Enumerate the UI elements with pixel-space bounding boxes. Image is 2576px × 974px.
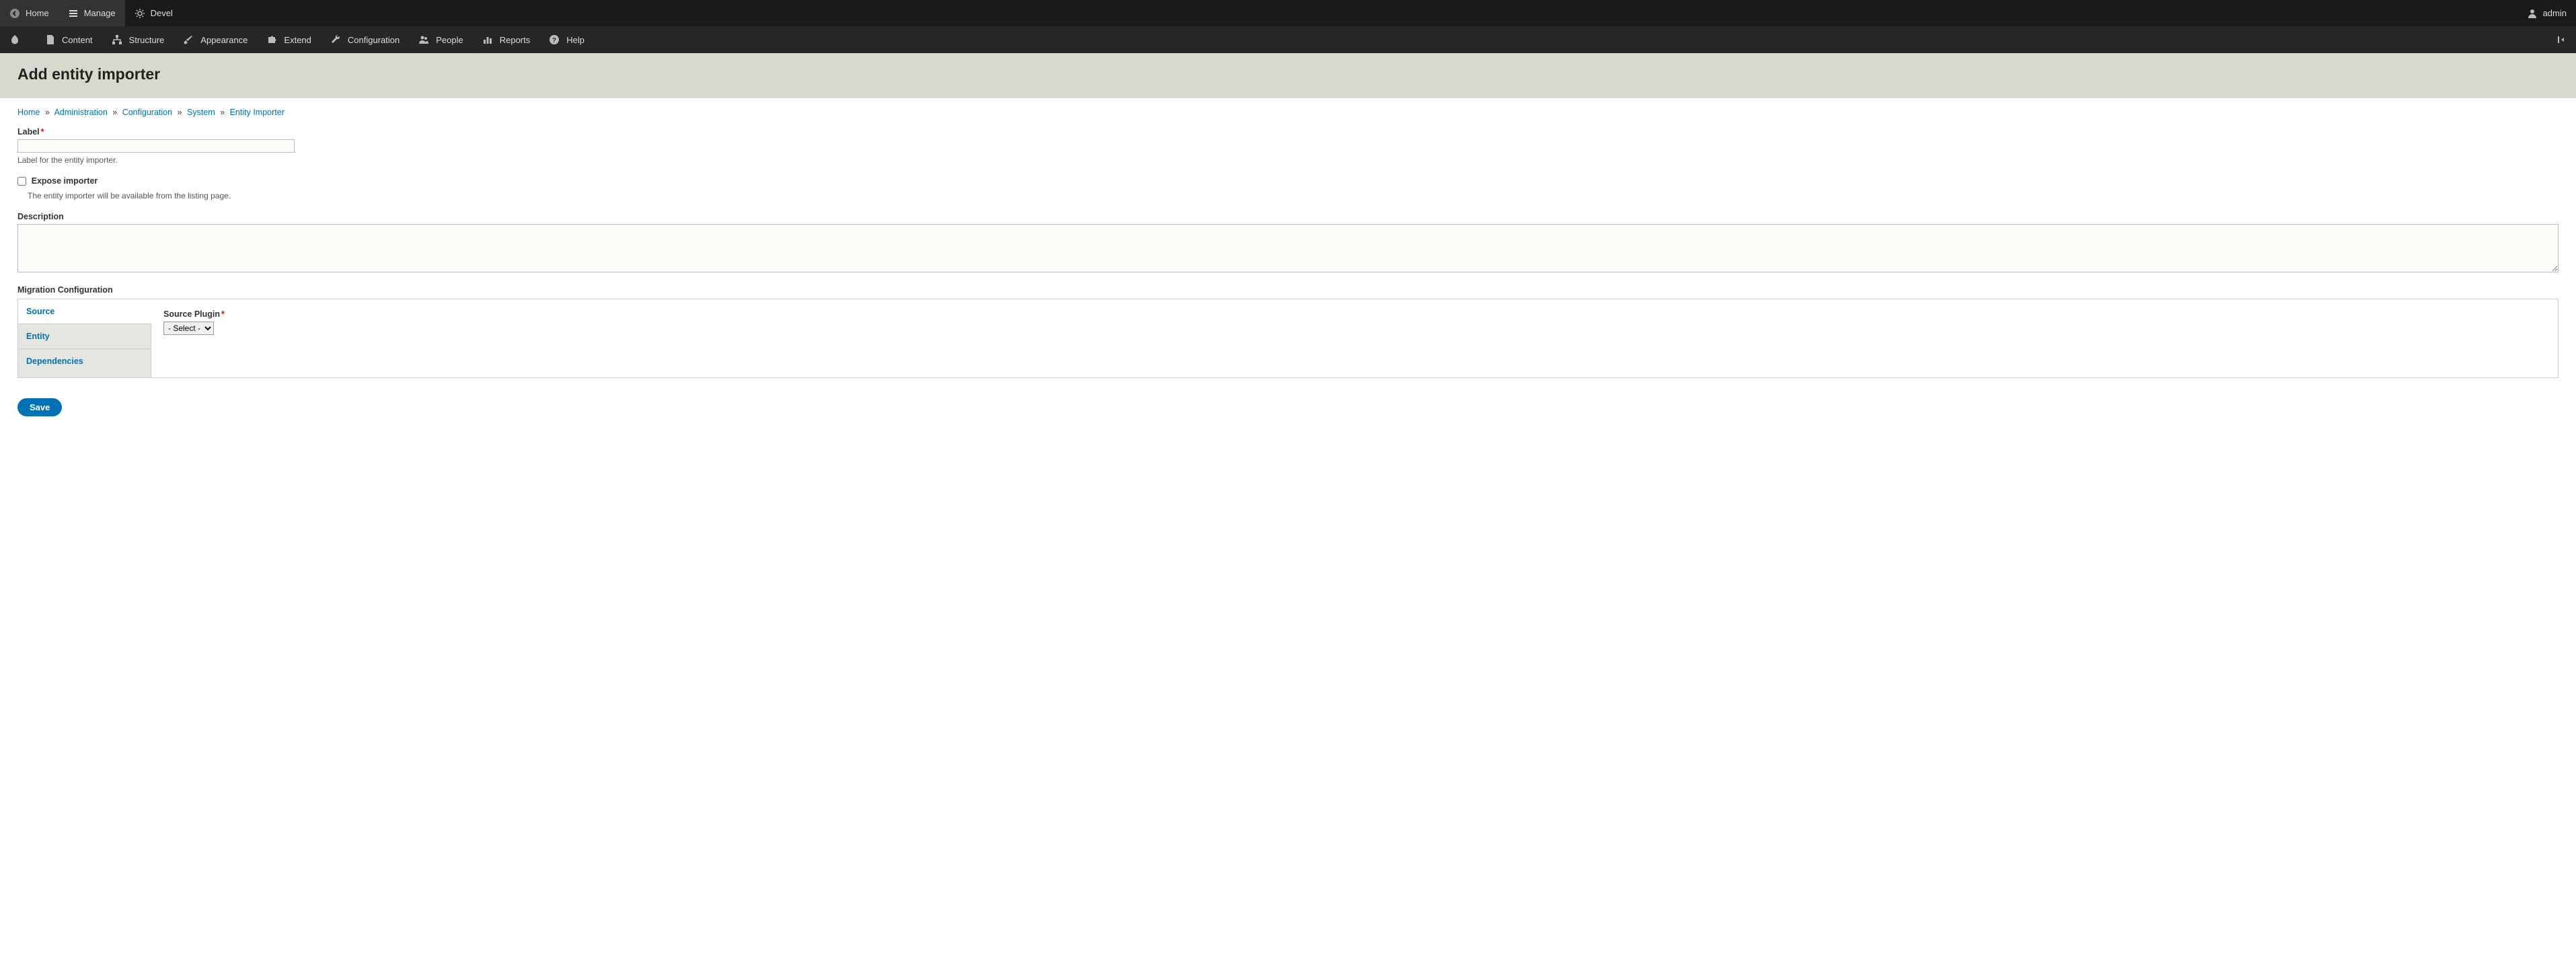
expose-label[interactable]: Expose importer [32, 176, 98, 186]
breadcrumb-home[interactable]: Home [17, 108, 40, 117]
breadcrumb-entity-importer[interactable]: Entity Importer [230, 108, 285, 117]
toolbar-user-label: admin [2543, 8, 2567, 18]
toolbar-bar: Home Manage Devel admin [0, 0, 2576, 26]
tray-people-label: People [436, 35, 463, 45]
form-item-migration: Migration Configuration Source Entity De… [17, 285, 2559, 378]
hamburger-icon [68, 8, 79, 19]
vtab-source[interactable]: Source [18, 299, 151, 324]
tray-reports-label: Reports [500, 35, 531, 45]
vertical-tabs: Source Entity Dependencies Source Plugin… [17, 299, 2559, 378]
content-region: Home » Administration » Configuration » … [0, 98, 2576, 443]
toolbar-manage[interactable]: Manage [59, 0, 125, 26]
tray-configuration-label: Configuration [348, 35, 400, 45]
tray-extend-label: Extend [284, 35, 311, 45]
label-title-text: Label [17, 127, 40, 137]
migration-title: Migration Configuration [17, 285, 2559, 295]
tray-structure[interactable]: Structure [102, 26, 174, 53]
hierarchy-icon [112, 34, 122, 45]
paintbrush-icon [183, 34, 194, 45]
tray-appearance-label: Appearance [200, 35, 248, 45]
toolbar-tray: Content Structure Appearance Extend Conf… [0, 26, 2576, 53]
toolbar-devel[interactable]: Devel [125, 0, 182, 26]
toolbar-home-label: Home [26, 8, 49, 18]
tray-content[interactable]: Content [36, 26, 102, 53]
vtab-dependencies[interactable]: Dependencies [18, 349, 151, 373]
breadcrumb-administration[interactable]: Administration [54, 108, 108, 117]
toolbar-manage-label: Manage [84, 8, 116, 18]
drupal-icon [9, 34, 20, 45]
description-textarea[interactable] [17, 224, 2559, 272]
toolbar-home[interactable]: Home [0, 0, 59, 26]
tray-structure-label: Structure [129, 35, 165, 45]
user-icon [2527, 8, 2538, 19]
tray-help[interactable]: ? Help [539, 26, 594, 53]
breadcrumb: Home » Administration » Configuration » … [17, 108, 2559, 117]
page-title: Add entity importer [17, 65, 2559, 83]
tray-content-label: Content [62, 35, 93, 45]
required-mark: * [41, 127, 44, 137]
save-button[interactable]: Save [17, 398, 62, 416]
tray-help-label: Help [566, 35, 584, 45]
help-icon: ? [549, 34, 560, 45]
file-icon [46, 34, 55, 45]
toolbar-user[interactable]: admin [2517, 0, 2576, 26]
toolbar-spacer [182, 0, 2517, 26]
expose-checkbox[interactable] [17, 177, 26, 186]
tray-configuration[interactable]: Configuration [321, 26, 409, 53]
form-item-expose: Expose importer The entity importer will… [17, 176, 2559, 200]
collapse-icon [2556, 34, 2567, 45]
bar-chart-icon [482, 34, 493, 45]
breadcrumb-sep: » [220, 108, 225, 117]
tray-reports[interactable]: Reports [473, 26, 540, 53]
breadcrumb-sep: » [45, 108, 50, 117]
vertical-tabs-menu: Source Entity Dependencies [18, 299, 151, 377]
source-plugin-select[interactable]: - Select - [163, 322, 214, 335]
toolbar-devel-label: Devel [151, 8, 173, 18]
tray-people[interactable]: People [409, 26, 472, 53]
svg-text:?: ? [552, 37, 556, 44]
tray-orientation-toggle[interactable] [2546, 26, 2576, 53]
breadcrumb-configuration[interactable]: Configuration [122, 108, 172, 117]
form-item-description: Description [17, 211, 2559, 274]
breadcrumb-system[interactable]: System [187, 108, 215, 117]
tray-spacer [594, 26, 2546, 53]
puzzle-icon [266, 34, 277, 45]
back-circle-icon [9, 8, 20, 19]
breadcrumb-sep: » [178, 108, 182, 117]
source-plugin-label: Source Plugin* [163, 309, 225, 319]
tray-appearance[interactable]: Appearance [174, 26, 257, 53]
label-input[interactable] [17, 139, 295, 153]
vertical-tabs-pane: Source Plugin* - Select - [151, 299, 2558, 377]
wrench-icon [330, 34, 341, 45]
label-title: Label* [17, 127, 44, 137]
description-title: Description [17, 212, 64, 221]
required-mark: * [221, 309, 225, 319]
form-item-source-plugin: Source Plugin* - Select - [163, 309, 2546, 335]
gear-icon [135, 8, 145, 19]
breadcrumb-sep: » [112, 108, 117, 117]
vtab-entity[interactable]: Entity [18, 324, 151, 349]
page-header: Add entity importer [0, 53, 2576, 98]
source-plugin-label-text: Source Plugin [163, 309, 220, 319]
form-item-label: Label* Label for the entity importer. [17, 126, 2559, 165]
label-description: Label for the entity importer. [17, 155, 2559, 165]
expose-description: The entity importer will be available fr… [28, 191, 2559, 200]
people-icon [418, 34, 429, 45]
tray-drupal[interactable] [0, 26, 36, 53]
tray-extend[interactable]: Extend [257, 26, 320, 53]
